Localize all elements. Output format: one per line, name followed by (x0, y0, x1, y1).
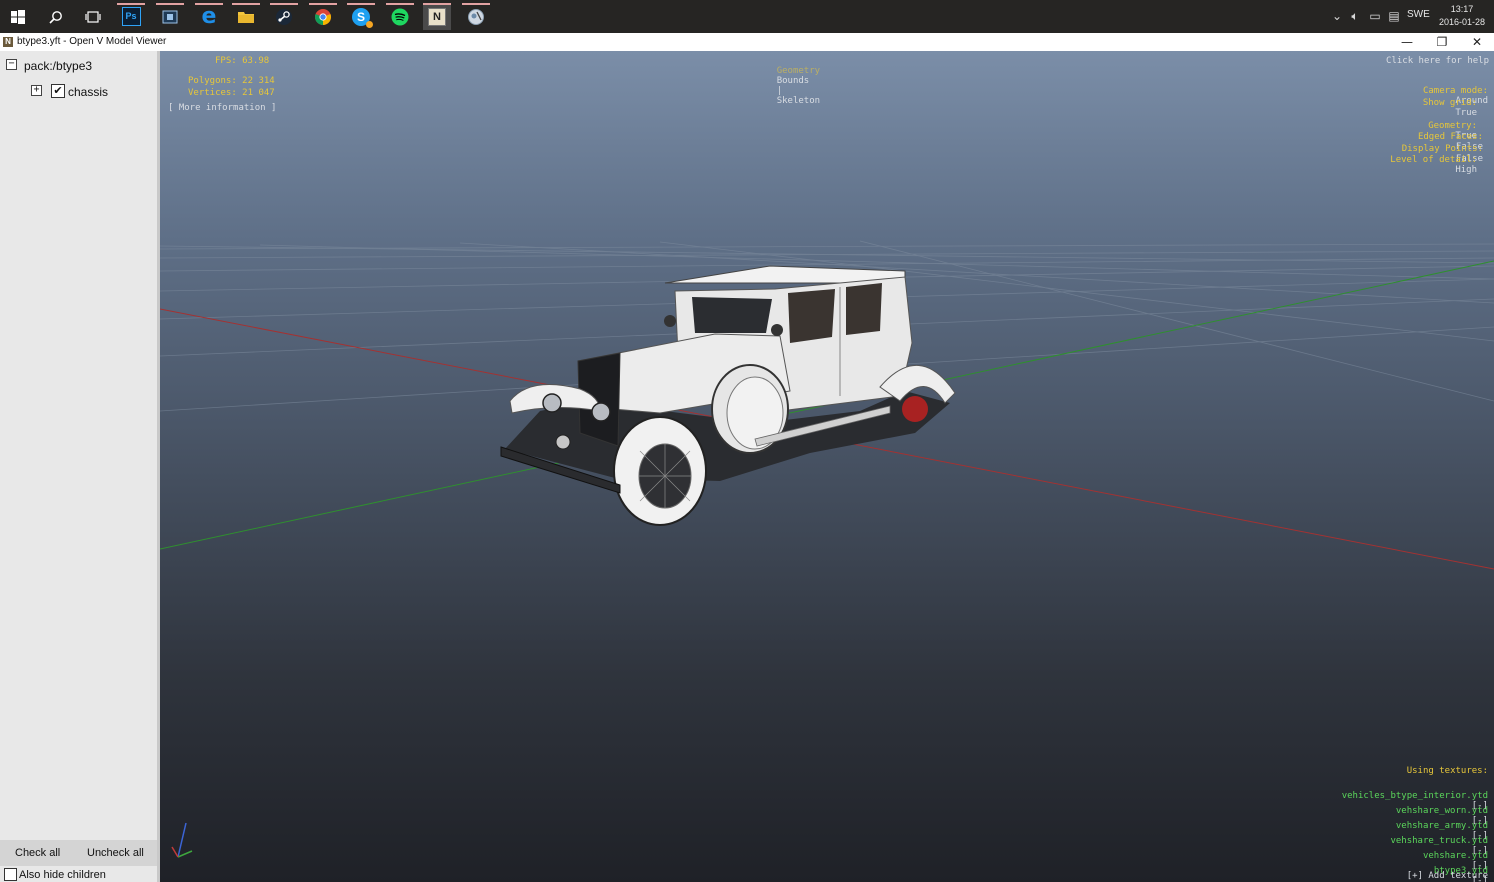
tree-item-chassis-label: chassis (68, 85, 109, 99)
openiv-icon[interactable]: N (423, 3, 451, 30)
tree-item-chassis[interactable]: + ✔ chassis (31, 84, 151, 100)
more-information-link[interactable]: [ More information ] (168, 103, 276, 113)
media-player-icon[interactable] (156, 3, 184, 30)
windows-start-icon[interactable] (4, 3, 32, 30)
model-tree-panel: − pack:/btype3 + ✔ chassis Check all Unc… (0, 51, 160, 882)
speaker-icon[interactable]: 🔈︎ (1348, 9, 1362, 23)
fps-readout: FPS: 63.98 (215, 56, 270, 66)
viewport-scene (160, 240, 1494, 858)
check-all-button[interactable]: Check all (15, 847, 60, 859)
car-model (500, 265, 956, 526)
skype-status-dot (366, 20, 373, 28)
chevron-up-icon[interactable]: ⌄ (1330, 9, 1344, 23)
polygons-readout: Polygons: 22 314 (188, 76, 275, 86)
app-icon: N (3, 37, 13, 47)
textures-title: Using textures: (1406, 766, 1488, 776)
render-tabs: Geometry Bounds | Skeleton (755, 56, 820, 116)
edge-icon[interactable]: e (195, 3, 223, 30)
steam-icon[interactable] (270, 3, 298, 30)
add-texture-button[interactable]: [+] Add texture (1407, 871, 1488, 881)
skype-letter: S (356, 9, 365, 24)
tree-item-root[interactable]: − pack:/btype3 (6, 58, 151, 74)
chassis-checkbox[interactable]: ✔ (51, 84, 65, 98)
network-icon[interactable]: ▭ (1368, 9, 1382, 23)
photoshop-icon[interactable]: Ps (117, 3, 145, 30)
notifications-icon[interactable]: ▤ (1387, 9, 1401, 23)
3d-viewport[interactable]: FPS: 63.98 Polygons: 22 314 Vertices: 21… (160, 51, 1494, 882)
spotify-icon[interactable] (386, 3, 414, 30)
minimize-button[interactable]: — (1392, 34, 1422, 50)
vertices-readout: Vertices: 21 047 (188, 88, 275, 98)
skype-icon[interactable]: S (347, 3, 375, 30)
clock-time: 13:17 (1450, 4, 1474, 14)
window-title: btype3.yft - Open V Model Viewer (17, 36, 167, 47)
tab-bounds[interactable]: Bounds (777, 76, 810, 86)
language-indicator[interactable]: SWE (1407, 9, 1430, 20)
search-icon[interactable] (42, 3, 70, 30)
taskbar: Ps e S N ⌄ 🔈︎ ▭ ▤ SWE 13:17 2016-01-28 (0, 0, 1494, 33)
window-titlebar: N btype3.yft - Open V Model Viewer — ❐ ✕ (0, 33, 1494, 51)
file-explorer-icon[interactable] (232, 3, 260, 30)
hide-children-label: Also hide children (19, 869, 106, 881)
axis-gizmo (171, 822, 193, 858)
hide-children-checkbox[interactable] (4, 868, 17, 881)
collapse-icon[interactable]: − (6, 59, 17, 70)
tree-button-bar: Check all Uncheck all (0, 840, 157, 866)
snip-icon[interactable] (462, 3, 490, 30)
level-of-detail-label: Level of detail: (1390, 155, 1477, 165)
restore-button[interactable]: ❐ (1427, 34, 1457, 50)
task-view-icon[interactable] (79, 3, 107, 30)
clock[interactable]: 13:17 2016-01-28 (1434, 3, 1490, 29)
tab-skeleton[interactable]: Skeleton (777, 96, 820, 106)
hide-children-option[interactable]: Also hide children (0, 866, 157, 882)
level-of-detail-setting[interactable]: Level of detail: High (1369, 145, 1477, 185)
tab-geometry[interactable]: Geometry (777, 66, 820, 76)
close-button[interactable]: ✕ (1462, 34, 1492, 50)
uncheck-all-button[interactable]: Uncheck all (87, 847, 144, 859)
help-link[interactable]: Click here for help (1386, 56, 1489, 66)
expand-icon[interactable]: + (31, 85, 42, 96)
chrome-icon[interactable] (309, 3, 337, 30)
clock-date: 2016-01-28 (1438, 17, 1486, 27)
tab-separator: | (776, 86, 783, 96)
level-of-detail-value: High (1455, 165, 1477, 175)
tree-item-root-label: pack:/btype3 (24, 59, 93, 73)
show-grid-label: Show grid: (1422, 98, 1477, 108)
